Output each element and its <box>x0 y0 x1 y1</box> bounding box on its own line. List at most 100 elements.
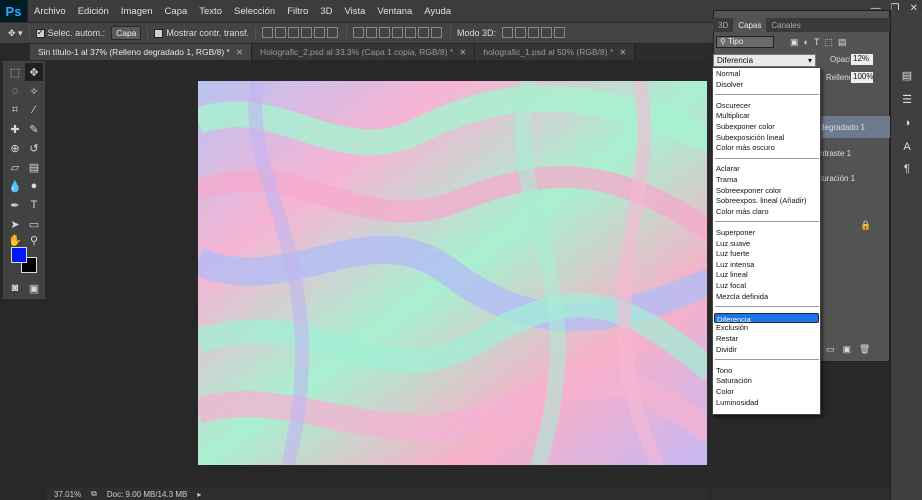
blend-mode-option[interactable]: Aclarar <box>714 164 819 175</box>
blend-mode-dropdown[interactable]: Diferencia ▾ <box>713 54 816 67</box>
quick-mask-icon[interactable]: ◙ <box>6 279 24 297</box>
menu-edicion[interactable]: Edición <box>72 6 115 17</box>
blend-mode-option[interactable]: Dividir <box>714 345 819 356</box>
blend-mode-option[interactable]: Luz focal <box>714 281 819 292</box>
magic-wand-icon[interactable]: ✧ <box>25 82 43 100</box>
blend-mode-option[interactable]: Color <box>714 387 819 398</box>
blend-mode-option[interactable]: Multiplicar <box>714 111 819 122</box>
marquee-icon[interactable]: ⬚ <box>6 63 24 81</box>
paragraph-icon[interactable]: ¶ <box>900 162 914 176</box>
screen-mode-icon[interactable]: ▣ <box>25 279 43 297</box>
blend-mode-option[interactable]: Luz lineal <box>714 270 819 281</box>
blend-mode-option[interactable]: Luminosidad <box>714 398 819 409</box>
move-icon[interactable]: ✥ <box>25 63 43 81</box>
menu-imagen[interactable]: Imagen <box>115 6 159 17</box>
character-icon[interactable]: A <box>900 140 914 154</box>
show-transform-checkbox[interactable]: Mostrar contr. transf. <box>154 27 249 39</box>
properties-icon[interactable]: ☰ <box>900 92 914 106</box>
show-transform-label: Mostrar contr. transf. <box>166 27 249 38</box>
brush-icon[interactable]: ✎ <box>25 120 43 138</box>
type-icon[interactable]: T <box>25 196 43 214</box>
adjustments-icon[interactable]: ◑ <box>900 116 914 130</box>
blend-mode-option[interactable]: Luz suave <box>714 239 819 250</box>
share-icon[interactable]: ⧉ <box>91 489 97 499</box>
gradient-icon[interactable]: ▤ <box>25 158 43 176</box>
layer-row[interactable]: ntraste 1 <box>820 142 890 164</box>
tab-document-1[interactable]: Sin título-1 al 37% (Relleno degradado 1… <box>30 44 252 60</box>
tab-canales[interactable]: Canales <box>766 18 805 32</box>
mode-3d-label: Modo 3D: <box>456 28 496 38</box>
layer-name: turación 1 <box>820 173 856 183</box>
divider <box>147 26 149 40</box>
blend-mode-option[interactable]: Trama <box>714 175 819 186</box>
blend-mode-option[interactable]: Mezcla definida <box>714 292 819 303</box>
tab-3d[interactable]: 3D <box>713 18 733 32</box>
menu-archivo[interactable]: Archivo <box>28 6 72 17</box>
blend-mode-option[interactable]: Sobreexpos. lineal (Añadir) <box>714 196 819 207</box>
blend-mode-option[interactable]: Subexposición lineal <box>714 133 819 144</box>
tab-document-2[interactable]: Holografic_2.psd al 33.3% (Capa 1 copia,… <box>251 44 476 60</box>
history-brush-icon[interactable]: ↺ <box>25 139 43 157</box>
zoom-level[interactable]: 37.01% <box>54 490 81 499</box>
opacity-input[interactable]: 12% <box>850 53 874 66</box>
close-icon[interactable]: ✕ <box>236 47 243 58</box>
close-icon[interactable]: ✕ <box>619 47 626 58</box>
fill-input[interactable]: 100% <box>850 71 874 84</box>
chevron-right-icon[interactable]: ▸ <box>197 490 201 499</box>
blend-mode-option[interactable]: Exclusión <box>714 323 819 334</box>
blend-mode-option[interactable]: Sobreexponer color <box>714 186 819 197</box>
blend-mode-option[interactable]: Color más claro <box>714 207 819 218</box>
menu-capa[interactable]: Capa <box>159 6 194 17</box>
blend-mode-option[interactable]: Luz fuerte <box>714 249 819 260</box>
holographic-canvas[interactable] <box>198 81 711 465</box>
tab-document-3[interactable]: holografic_1.psd al 50% (RGB/8) * ✕ <box>475 44 636 60</box>
history-icon[interactable]: ▤ <box>900 68 914 82</box>
blur-icon[interactable]: 💧 <box>6 177 24 195</box>
layer-row[interactable]: degradado 1 <box>820 116 890 138</box>
eraser-icon[interactable]: ▱ <box>6 158 24 176</box>
eyedropper-icon[interactable]: ⁄ <box>25 101 43 119</box>
blend-mode-option[interactable]: Luz intensa <box>714 260 819 271</box>
menu-seleccion[interactable]: Selección <box>228 6 281 17</box>
blend-mode-option[interactable]: Color más oscuro <box>714 143 819 154</box>
blend-mode-option[interactable]: Normal <box>714 69 819 80</box>
menu-separator <box>715 157 819 159</box>
tab-capas[interactable]: Capas <box>733 18 767 32</box>
auto-select-target-dropdown[interactable]: Capa <box>111 26 142 40</box>
blend-mode-option[interactable]: Oscurecer <box>714 101 819 112</box>
crop-icon[interactable]: ⌗ <box>6 101 24 119</box>
blend-mode-option[interactable]: Saturación <box>714 376 819 387</box>
doc-size[interactable]: Doc: 9.00 MB/14.3 MB <box>107 490 187 499</box>
kind-filter-dropdown[interactable]: ⚲ Tipo <box>716 36 774 48</box>
layer-row[interactable]: turación 1 <box>820 167 890 189</box>
align-buttons[interactable] <box>261 26 340 40</box>
auto-select-checkbox[interactable]: Selec. autom.: <box>35 27 105 39</box>
blend-mode-option[interactable]: Tono <box>714 366 819 377</box>
blend-mode-option[interactable]: Restar <box>714 334 819 345</box>
divider <box>345 26 347 40</box>
clone-icon[interactable]: ⊕ <box>6 139 24 157</box>
menu-texto[interactable]: Texto <box>193 6 228 17</box>
blend-mode-option[interactable]: Diferencia <box>714 312 819 324</box>
foreground-color-swatch[interactable] <box>11 247 27 263</box>
blend-mode-option[interactable]: Superponer <box>714 228 819 239</box>
zoom-icon[interactable]: ⚲ <box>25 231 43 249</box>
move-tool-preset-icon[interactable]: ✥ ▾ <box>8 28 23 39</box>
menu-filtro[interactable]: Filtro <box>281 6 314 17</box>
blend-mode-option[interactable]: Disolver <box>714 80 819 91</box>
menu-3d[interactable]: 3D <box>314 6 338 17</box>
distribute-buttons[interactable] <box>352 26 444 40</box>
layer-filter-icons[interactable]: ▣◐T⬚▤ <box>790 37 851 48</box>
pen-icon[interactable]: ✒ <box>6 196 24 214</box>
healing-icon[interactable]: ✚ <box>6 120 24 138</box>
menu-ayuda[interactable]: Ayuda <box>418 6 457 17</box>
menu-ventana[interactable]: Ventana <box>371 6 418 17</box>
layer-actions[interactable]: ▭▣🗑 <box>826 344 878 355</box>
mode-3d-buttons[interactable] <box>501 26 567 40</box>
blend-mode-option[interactable]: Subexponer color <box>714 122 819 133</box>
toolbox: ⬚ ✥ ◌ ✧ ⌗ ⁄ ✚ ✎ ⊕ ↺ ▱ ▤ 💧 ● ✒ T ➤ ▭ ✋ ⚲ … <box>2 60 46 300</box>
close-icon[interactable]: ✕ <box>459 47 466 58</box>
menu-vista[interactable]: Vista <box>338 6 371 17</box>
dodge-icon[interactable]: ● <box>25 177 43 195</box>
lasso-icon[interactable]: ◌ <box>6 82 24 100</box>
